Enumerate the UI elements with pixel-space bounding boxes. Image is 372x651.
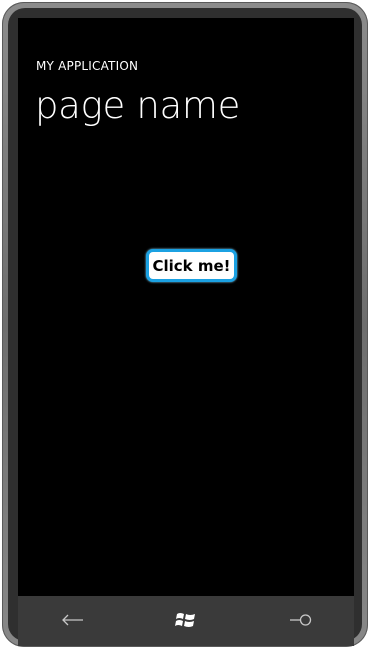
search-icon	[290, 614, 312, 626]
phone-screen: MY APPLICATION page name Click me!	[18, 18, 354, 596]
page-title: page name	[35, 84, 241, 127]
click-me-button[interactable]: Click me!	[146, 249, 237, 282]
back-arrow-icon	[62, 614, 83, 626]
search-button[interactable]	[281, 608, 321, 632]
start-button[interactable]	[166, 608, 206, 632]
hardware-nav-bar	[18, 596, 354, 646]
windows-logo-icon	[175, 613, 195, 627]
application-title: MY APPLICATION	[36, 59, 139, 73]
back-button[interactable]	[53, 608, 93, 632]
